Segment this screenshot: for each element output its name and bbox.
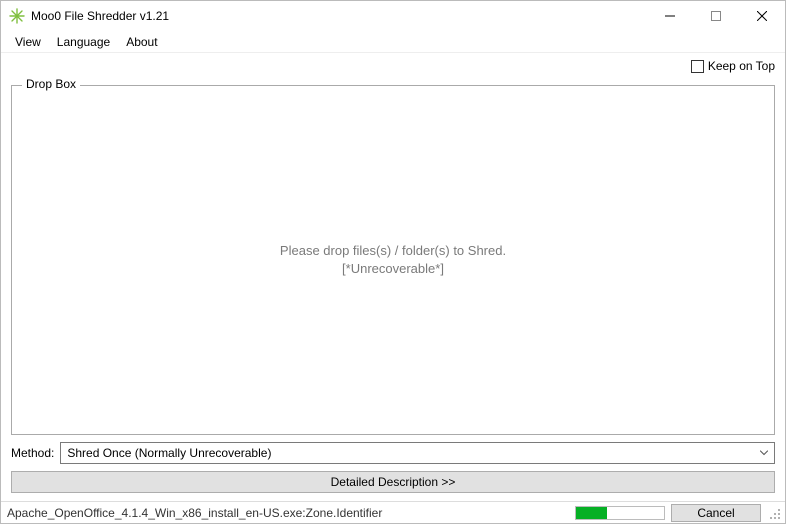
- menubar: View Language About: [1, 31, 785, 53]
- method-select[interactable]: Shred Once (Normally Unrecoverable): [60, 442, 775, 464]
- drop-box-hint-line1: Please drop files(s) / folder(s) to Shre…: [280, 242, 506, 260]
- menu-about[interactable]: About: [118, 33, 165, 51]
- app-window: Moo0 File Shredder v1.21 View Language A…: [0, 0, 786, 524]
- method-row: Method: Shred Once (Normally Unrecoverab…: [11, 441, 775, 465]
- menu-language[interactable]: Language: [49, 33, 118, 51]
- cancel-button[interactable]: Cancel: [671, 504, 761, 522]
- keep-on-top-row: Keep on Top: [11, 57, 775, 75]
- status-text: Apache_OpenOffice_4.1.4_Win_x86_install_…: [7, 506, 569, 520]
- titlebar: Moo0 File Shredder v1.21: [1, 1, 785, 31]
- chevron-down-icon: [760, 448, 768, 459]
- drop-box-legend: Drop Box: [22, 77, 80, 91]
- resize-grip[interactable]: [767, 506, 781, 520]
- menu-view[interactable]: View: [7, 33, 49, 51]
- progress-fill: [576, 507, 607, 519]
- drop-box-hint: Please drop files(s) / folder(s) to Shre…: [280, 242, 506, 278]
- maximize-button[interactable]: [693, 1, 739, 31]
- progress-bar: [575, 506, 665, 520]
- minimize-button[interactable]: [647, 1, 693, 31]
- drop-box[interactable]: Drop Box Please drop files(s) / folder(s…: [11, 85, 775, 435]
- method-label: Method:: [11, 446, 54, 460]
- content-area: Keep on Top Drop Box Please drop files(s…: [1, 53, 785, 501]
- keep-on-top-checkbox[interactable]: [691, 60, 704, 73]
- close-button[interactable]: [739, 1, 785, 31]
- method-select-value: Shred Once (Normally Unrecoverable): [67, 446, 271, 460]
- drop-box-hint-line2: [*Unrecoverable*]: [280, 260, 506, 278]
- detailed-description-button[interactable]: Detailed Description >>: [11, 471, 775, 493]
- window-title: Moo0 File Shredder v1.21: [31, 9, 169, 23]
- app-icon: [9, 8, 25, 24]
- keep-on-top-label[interactable]: Keep on Top: [708, 59, 775, 73]
- statusbar: Apache_OpenOffice_4.1.4_Win_x86_install_…: [1, 501, 785, 523]
